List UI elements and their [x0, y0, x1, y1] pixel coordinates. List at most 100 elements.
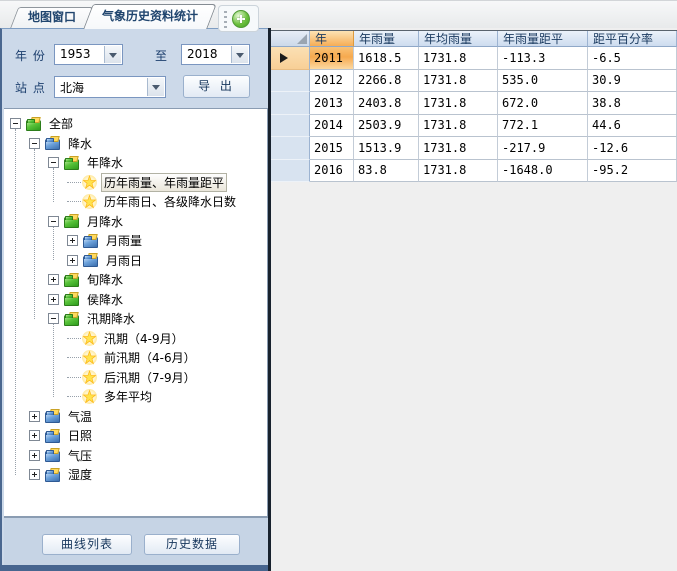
folder-blue-icon: [45, 451, 60, 462]
tree-item-precipitation[interactable]: 降水: [4, 134, 267, 154]
table-cell[interactable]: 2012: [310, 70, 354, 93]
tree-item-temperature[interactable]: 气温: [4, 407, 267, 427]
expand-toggle-icon[interactable]: [67, 235, 78, 246]
table-cell[interactable]: 2015: [310, 137, 354, 160]
chevron-down-icon[interactable]: [104, 46, 121, 63]
chevron-down-icon[interactable]: [231, 46, 248, 63]
curve-list-button[interactable]: 曲线列表: [42, 534, 132, 555]
column-header-mean-rainfall[interactable]: 年均雨量: [419, 31, 498, 47]
table-cell[interactable]: 2014: [310, 115, 354, 138]
expand-toggle-icon[interactable]: [29, 450, 40, 461]
tree-item-label: 前汛期（4-6月）: [101, 348, 199, 367]
expand-toggle-icon[interactable]: [48, 294, 59, 305]
table-cell[interactable]: -1648.0: [498, 160, 588, 183]
tree-item-all[interactable]: 全部: [4, 114, 267, 134]
table-cell[interactable]: 1513.9: [354, 137, 419, 160]
table-cell[interactable]: -95.2: [588, 160, 677, 183]
tree-item-flood-season[interactable]: 汛期（4-9月）: [4, 329, 267, 349]
table-cell[interactable]: 1731.8: [419, 70, 498, 93]
tab-map-window[interactable]: 地图窗口: [14, 7, 90, 29]
table-cell[interactable]: -6.5: [588, 47, 677, 70]
tab-weather-history-stats[interactable]: 气象历史资料统计: [88, 4, 212, 29]
tree-item-annual-precip[interactable]: 年降水: [4, 153, 267, 173]
grip-dots-icon: [224, 11, 227, 28]
select-all-corner[interactable]: [271, 31, 310, 47]
tree-item-monthly-precip[interactable]: 月降水: [4, 212, 267, 232]
row-selector[interactable]: [271, 115, 310, 138]
row-selector[interactable]: [271, 160, 310, 183]
tree-item-label: 年降水: [84, 153, 126, 172]
column-header-annual-rainfall[interactable]: 年雨量: [354, 31, 419, 47]
folder-green-icon: [64, 217, 79, 228]
tree-item-humidity[interactable]: 湿度: [4, 465, 267, 485]
table-cell[interactable]: -217.9: [498, 137, 588, 160]
expand-toggle-icon[interactable]: [67, 255, 78, 266]
row-selector[interactable]: [271, 92, 310, 115]
tree-item-sunshine[interactable]: 日照: [4, 426, 267, 446]
column-header-anomaly-percent[interactable]: 距平百分率: [588, 31, 677, 47]
collapse-toggle-icon[interactable]: [29, 138, 40, 149]
table-cell[interactable]: 1618.5: [354, 47, 419, 70]
table-cell[interactable]: 38.8: [588, 92, 677, 115]
tree-item-multi-year-average[interactable]: 多年平均: [4, 387, 267, 407]
table-cell[interactable]: -113.3: [498, 47, 588, 70]
table-cell[interactable]: 1731.8: [419, 160, 498, 183]
folder-blue-icon: [83, 237, 98, 248]
table-cell[interactable]: 1731.8: [419, 115, 498, 138]
to-label: 至: [155, 47, 168, 64]
tree-item-monthly-rain-days[interactable]: 月雨日: [4, 251, 267, 271]
tree-item-rain-days[interactable]: 历年雨日、各级降水日数: [4, 192, 267, 212]
expand-toggle-icon[interactable]: [29, 411, 40, 422]
table-cell[interactable]: 1731.8: [419, 92, 498, 115]
collapse-toggle-icon[interactable]: [10, 118, 21, 129]
year-from-select[interactable]: 1953: [54, 44, 123, 65]
table-cell[interactable]: 2403.8: [354, 92, 419, 115]
chevron-down-icon[interactable]: [147, 78, 164, 96]
column-header-anomaly[interactable]: 年雨量距平: [498, 31, 588, 47]
table-cell[interactable]: 44.6: [588, 115, 677, 138]
row-selector-selected[interactable]: [271, 47, 310, 70]
column-header-year[interactable]: 年: [310, 31, 354, 47]
history-data-button[interactable]: 历史数据: [144, 534, 240, 555]
table-cell[interactable]: 2503.9: [354, 115, 419, 138]
table-cell[interactable]: -12.6: [588, 137, 677, 160]
tree-item-pre-flood-season[interactable]: 前汛期（4-6月）: [4, 348, 267, 368]
tree-item-pentad-precip[interactable]: 侯降水: [4, 290, 267, 310]
station-select[interactable]: 北海: [54, 76, 166, 98]
collapse-toggle-icon[interactable]: [48, 313, 59, 324]
table-cell[interactable]: 2013: [310, 92, 354, 115]
expand-toggle-icon[interactable]: [29, 430, 40, 441]
export-button[interactable]: 导 出: [183, 75, 250, 98]
tree-item-pressure[interactable]: 气压: [4, 446, 267, 466]
folder-green-icon: [64, 315, 79, 326]
row-selector[interactable]: [271, 70, 310, 93]
tree-item-annual-rainfall-anomaly[interactable]: 历年雨量、年雨量距平: [4, 173, 267, 193]
table-cell[interactable]: 1731.8: [419, 47, 498, 70]
tree-item-monthly-rainfall[interactable]: 月雨量: [4, 231, 267, 251]
row-selector[interactable]: [271, 137, 310, 160]
expand-toggle-icon[interactable]: [48, 274, 59, 285]
table-cell[interactable]: 535.0: [498, 70, 588, 93]
tree-item-post-flood-season[interactable]: 后汛期（7-9月）: [4, 368, 267, 388]
tree-item-ten-day-precip[interactable]: 旬降水: [4, 270, 267, 290]
tree-item-label: 旬降水: [84, 270, 126, 289]
collapse-toggle-icon[interactable]: [48, 216, 59, 227]
collapse-toggle-icon[interactable]: [48, 157, 59, 168]
expand-toggle-icon[interactable]: [29, 469, 40, 480]
table-cell[interactable]: 83.8: [354, 160, 419, 183]
year-to-select[interactable]: 2018: [181, 44, 250, 65]
table-cell[interactable]: 772.1: [498, 115, 588, 138]
table-cell[interactable]: 30.9: [588, 70, 677, 93]
table-cell[interactable]: 1731.8: [419, 137, 498, 160]
category-tree: 全部 降水 年降水 历年雨量、年雨量距平 历年雨日、各级降水日数: [4, 108, 268, 517]
table-cell[interactable]: 2011: [310, 47, 354, 70]
folder-green-icon: [64, 159, 79, 170]
plus-icon[interactable]: [232, 10, 250, 28]
star-icon: [82, 370, 97, 385]
table-cell[interactable]: 2016: [310, 160, 354, 183]
table-cell[interactable]: 672.0: [498, 92, 588, 115]
tree-item-label: 侯降水: [84, 290, 126, 309]
table-cell[interactable]: 2266.8: [354, 70, 419, 93]
tree-item-flood-season-precip[interactable]: 汛期降水: [4, 309, 267, 329]
new-tab-button[interactable]: [218, 5, 259, 32]
